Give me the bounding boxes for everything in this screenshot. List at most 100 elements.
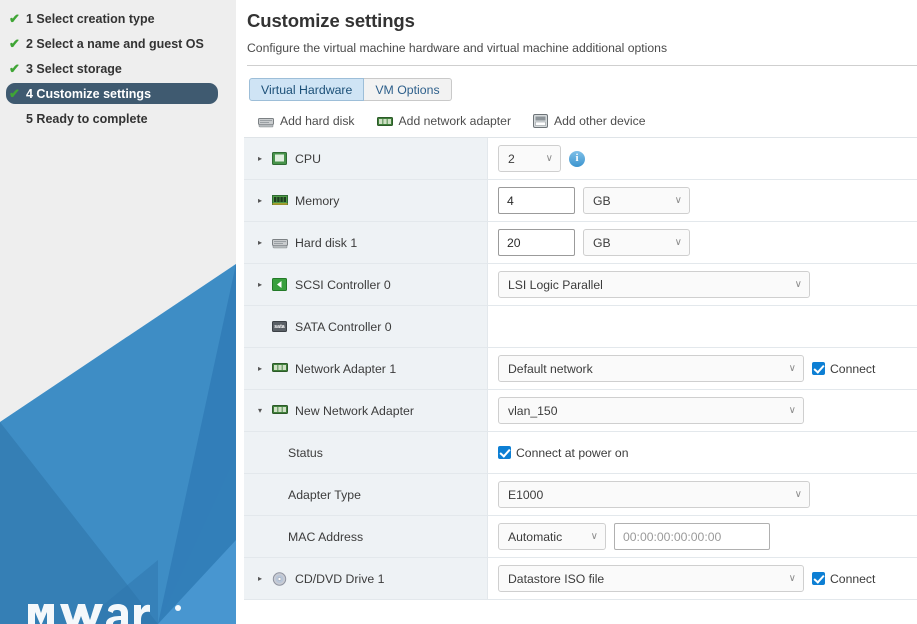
device-name: CPU bbox=[295, 151, 321, 166]
expand-caret-icon[interactable]: ▸ bbox=[258, 154, 269, 163]
disk-size-value: 20 bbox=[507, 235, 521, 250]
connect-checkbox[interactable] bbox=[812, 362, 825, 375]
tab-vm-options[interactable]: VM Options bbox=[364, 78, 452, 101]
add-hard-disk-button[interactable]: Add hard disk bbox=[258, 114, 355, 128]
toolbar-label: Add other device bbox=[554, 114, 646, 128]
collapse-caret-icon[interactable]: ▾ bbox=[258, 406, 269, 415]
mac-mode-select[interactable]: Automatic ∨ bbox=[498, 523, 606, 550]
chevron-down-icon: ∨ bbox=[788, 363, 796, 374]
wizard-step-1[interactable]: ✔ 1 Select creation type bbox=[6, 8, 218, 29]
connect-checkbox-group[interactable]: Connect bbox=[812, 362, 875, 376]
network-select[interactable]: Default network ∨ bbox=[498, 355, 804, 382]
device-label-cell[interactable]: ▸ CPU bbox=[244, 138, 488, 179]
connect-at-power-on-checkbox[interactable] bbox=[498, 446, 511, 459]
table-row: ▸ CPU 2 ∨ i bbox=[244, 138, 917, 180]
connect-label: Connect bbox=[830, 571, 876, 586]
device-value-cell: ✕ bbox=[488, 306, 917, 347]
settings-tabs: Virtual Hardware VM Options bbox=[249, 78, 917, 101]
toolbar-label: Add network adapter bbox=[398, 114, 511, 128]
device-label-cell[interactable]: ▸ Hard disk 1 bbox=[244, 222, 488, 263]
expand-caret-icon[interactable]: ▸ bbox=[258, 574, 269, 583]
wizard-step-4[interactable]: ✔ 4 Customize settings bbox=[6, 83, 218, 104]
mac-address-input[interactable]: 00:00:00:00:00:00 bbox=[614, 523, 770, 550]
wizard-step-5[interactable]: ✔ 5 Ready to complete bbox=[6, 108, 218, 129]
scsi-controller-type-select[interactable]: LSI Logic Parallel ∨ bbox=[498, 271, 810, 298]
wizard-step-2[interactable]: ✔ 2 Select a name and guest OS bbox=[6, 33, 218, 54]
chevron-down-icon: ∨ bbox=[674, 195, 682, 206]
device-value-cell: E1000 ∨ bbox=[488, 474, 917, 515]
device-value-cell: 4 GB ∨ bbox=[488, 180, 917, 221]
chevron-down-icon: ∨ bbox=[794, 279, 802, 290]
add-other-device-button[interactable]: Add other device bbox=[533, 114, 645, 128]
memory-unit-select[interactable]: GB ∨ bbox=[583, 187, 690, 214]
chevron-down-icon: ∨ bbox=[788, 573, 796, 584]
device-label-cell[interactable]: ▸ CD/DVD Drive 1 bbox=[244, 558, 488, 599]
disk-unit-value: GB bbox=[593, 235, 611, 250]
device-label-cell[interactable]: ▸ SCSI Controller 0 bbox=[244, 264, 488, 305]
device-name: Hard disk 1 bbox=[295, 235, 358, 250]
chevron-down-icon: ∨ bbox=[788, 405, 796, 416]
device-label-cell[interactable]: ▸ sata SATA Controller 0 bbox=[244, 306, 488, 347]
property-name: Status bbox=[288, 445, 323, 460]
table-row: ▸ Network Adapter 1 Default network ∨ Co… bbox=[244, 348, 917, 390]
memory-size-input[interactable]: 4 bbox=[498, 187, 575, 214]
info-icon[interactable]: i bbox=[569, 150, 585, 167]
disk-unit-select[interactable]: GB ∨ bbox=[583, 229, 690, 256]
page-subtitle: Configure the virtual machine hardware a… bbox=[247, 41, 668, 55]
adapter-type-select[interactable]: E1000 ∨ bbox=[498, 481, 810, 508]
connect-at-power-on-group[interactable]: Connect at power on bbox=[498, 446, 628, 460]
device-label-cell[interactable]: ▸ Network Adapter 1 bbox=[244, 348, 488, 389]
title-divider bbox=[247, 65, 917, 66]
tab-virtual-hardware[interactable]: Virtual Hardware bbox=[249, 78, 365, 101]
device-name: SATA Controller 0 bbox=[295, 319, 392, 334]
memory-size-value: 4 bbox=[507, 193, 514, 208]
device-label-cell[interactable]: ▸ Memory bbox=[244, 180, 488, 221]
network-adapter-icon bbox=[272, 404, 288, 418]
new-network-value: vlan_150 bbox=[508, 403, 558, 418]
check-icon: ✔ bbox=[9, 11, 20, 26]
device-toolbar: Add hard disk Add network adapter Add ot… bbox=[258, 111, 917, 131]
wizard-step-label: 5 Ready to complete bbox=[26, 111, 148, 126]
property-name: MAC Address bbox=[288, 529, 364, 544]
connect-checkbox-group[interactable]: Connect bbox=[812, 572, 875, 586]
cpu-count-value: 2 bbox=[508, 151, 515, 166]
cddvd-source-select[interactable]: Datastore ISO file ∨ bbox=[498, 565, 804, 592]
connect-at-power-on-label: Connect at power on bbox=[516, 445, 629, 460]
device-value-cell: Connect at power on bbox=[488, 432, 917, 473]
table-row: Adapter Type E1000 ∨ bbox=[244, 474, 917, 516]
device-value-cell: Datastore ISO file ∨ Connect ✕ bbox=[488, 558, 917, 599]
property-name: Adapter Type bbox=[288, 487, 361, 502]
expand-caret-icon[interactable]: ▸ bbox=[258, 196, 269, 205]
cpu-count-select[interactable]: 2 ∨ bbox=[498, 145, 561, 172]
svg-text:sata: sata bbox=[274, 324, 284, 330]
expand-caret-icon[interactable]: ▸ bbox=[258, 364, 269, 373]
network-value: Default network bbox=[508, 361, 593, 376]
check-icon-placeholder: ✔ bbox=[6, 112, 23, 125]
wizard-step-label: 2 Select a name and guest OS bbox=[26, 36, 204, 51]
hard-disk-icon bbox=[258, 117, 274, 127]
device-name: SCSI Controller 0 bbox=[295, 277, 391, 292]
chevron-down-icon: ∨ bbox=[545, 153, 553, 164]
check-icon: ✔ bbox=[9, 61, 20, 76]
vm-customize-settings-window: ✔ 1 Select creation type ✔ 2 Select a na… bbox=[0, 0, 917, 624]
wizard-step-label: 4 Customize settings bbox=[26, 86, 152, 101]
cddvd-source-value: Datastore ISO file bbox=[508, 571, 605, 586]
add-network-adapter-button[interactable]: Add network adapter bbox=[376, 114, 511, 128]
sata-icon: sata bbox=[272, 320, 288, 334]
hard-disk-icon bbox=[272, 236, 288, 250]
new-network-select[interactable]: vlan_150 ∨ bbox=[498, 397, 804, 424]
wizard-step-3[interactable]: ✔ 3 Select storage bbox=[6, 58, 218, 79]
device-label-cell[interactable]: ▾ New Network Adapter bbox=[244, 390, 488, 431]
chevron-down-icon: ∨ bbox=[794, 489, 802, 500]
device-sub-label-cell: MAC Address bbox=[244, 516, 488, 557]
check-icon: ✔ bbox=[9, 86, 20, 101]
device-name: CD/DVD Drive 1 bbox=[295, 571, 385, 586]
table-row: ▾ New Network Adapter vlan_150 ∨ bbox=[244, 390, 917, 432]
expand-caret-icon[interactable]: ▸ bbox=[258, 238, 269, 247]
toolbar-label: Add hard disk bbox=[280, 114, 355, 128]
expand-caret-icon[interactable]: ▸ bbox=[258, 280, 269, 289]
disk-size-input[interactable]: 20 bbox=[498, 229, 575, 256]
connect-checkbox[interactable] bbox=[812, 572, 825, 585]
wizard-step-label: 1 Select creation type bbox=[26, 11, 155, 26]
wizard-step-label: 3 Select storage bbox=[26, 61, 122, 76]
